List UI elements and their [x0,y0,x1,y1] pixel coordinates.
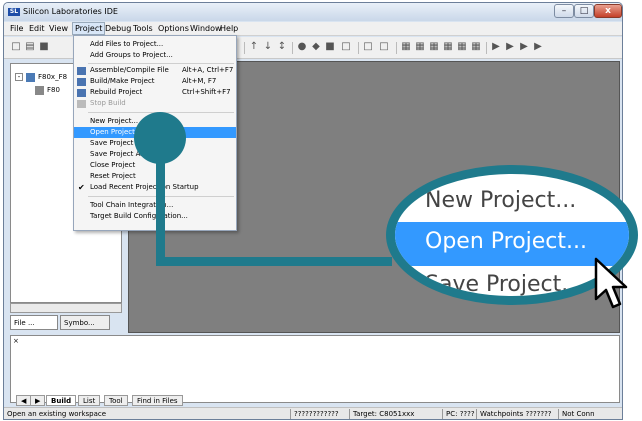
menu-load-recent[interactable]: ✔ Load Recent Project on Startup [74,182,236,193]
zoom-above-text: New Project... [425,188,577,213]
toolbar-icon-k[interactable]: ▦ [414,41,426,53]
rebuild-icon [77,89,86,97]
status-connection: Not Conn [558,409,595,419]
maximize-button[interactable]: □ [574,4,594,18]
status-bar: Open an existing workspace ???????????? … [4,407,622,419]
tab-find-in-files[interactable]: Find in Files [132,395,183,406]
toolbar-icon-d[interactable]: ● [296,41,308,53]
menu-tools[interactable]: Tools [133,24,153,33]
tab-list[interactable]: List [78,395,101,406]
status-pc: PC: ???? [442,409,475,419]
toolbar-icon-h[interactable]: □ [362,41,374,53]
toolbar-icon-m[interactable]: ▦ [442,41,454,53]
scroll-right-icon[interactable]: ▶ [30,395,46,406]
tree-root[interactable]: F80x_F8 [38,73,67,81]
toolbar-icon-n[interactable]: ▦ [456,41,468,53]
menu-help[interactable]: Help [220,24,238,33]
menu-stop-build: Stop Build [74,98,236,109]
toolbar-icon-o[interactable]: ▦ [470,41,482,53]
new-file-icon[interactable]: □ [10,41,22,53]
magnify-marker [134,112,186,164]
left-panel-tabs: File ... Symbo... [10,315,122,331]
tab-symbols[interactable]: Symbo... [60,315,110,330]
app-icon: SL [8,8,20,16]
window-title: Silicon Laboratories IDE [23,7,118,16]
tree-horizontal-scrollbar[interactable] [10,303,122,313]
toolbar-icon-c[interactable]: ↕ [276,41,288,53]
toolbar-icon-l[interactable]: ▦ [428,41,440,53]
tab-file[interactable]: File ... [10,315,58,330]
tab-tool[interactable]: Tool [104,395,128,406]
pointer-cursor-icon [594,257,628,309]
output-pane: × [10,335,620,403]
menu-window[interactable]: Window [190,24,222,33]
menu-project[interactable]: Project [72,22,106,35]
connector-vertical [156,160,165,266]
status-message: Open an existing workspace [7,410,107,418]
file-icon [35,86,44,95]
workspace-icon [26,73,35,82]
toolbar-icon-i[interactable]: □ [378,41,390,53]
menu-edit[interactable]: Edit [29,24,45,33]
open-folder-icon[interactable]: ▤ [24,41,36,53]
menu-options[interactable]: Options [158,24,189,33]
tree-child[interactable]: F80 [47,86,60,94]
build-icon [77,78,86,86]
menu-tool-chain[interactable]: Tool Chain Integration... [74,200,236,211]
checkmark-icon: ✔ [78,183,85,192]
close-button[interactable]: x [594,4,622,18]
status-watchpoints: Watchpoints ??????? [476,409,552,419]
toolbar-icon-b[interactable]: ↓ [262,41,274,53]
toolbar-icon-q[interactable]: ▶ [504,41,516,53]
toolbar-icon-j[interactable]: ▦ [400,41,412,53]
toolbar-icon-e[interactable]: ◆ [310,41,322,53]
status-target: Target: C8051xxx [349,409,414,419]
toolbar-icon-s[interactable]: ▶ [532,41,544,53]
toolbar-icon-g[interactable]: □ [340,41,352,53]
minimize-button[interactable]: – [554,4,574,18]
toolbar-icon-a[interactable]: ↑ [248,41,260,53]
menu-debug[interactable]: Debug [105,24,131,33]
tree-expand-icon[interactable]: - [15,73,23,81]
stop-icon [77,100,86,108]
close-output-icon[interactable]: × [13,338,21,346]
menu-build-project[interactable]: Build/Make Project Alt+M, F7 [74,76,236,87]
connector-horizontal [156,257,392,266]
toolbar-icon-f[interactable]: ■ [324,41,336,53]
menu-add-groups[interactable]: Add Groups to Project... [74,50,236,61]
toolbar-icon-r[interactable]: ▶ [518,41,530,53]
menu-view[interactable]: View [49,24,68,33]
menu-file[interactable]: File [10,24,23,33]
menu-compile-file[interactable]: Assemble/Compile File Alt+A, Ctrl+F7 [74,65,236,76]
menu-bar: File Edit View Project Debug Tools Optio… [4,22,622,36]
title-bar: SL Silicon Laboratories IDE – □ x [4,3,622,21]
menu-rebuild-project[interactable]: Rebuild Project Ctrl+Shift+F7 [74,87,236,98]
zoom-below-text: Save Project... [425,272,583,297]
tab-build[interactable]: Build [46,395,77,406]
menu-target-build[interactable]: Target Build Configuration... [74,211,236,222]
menu-reset-project[interactable]: Reset Project [74,171,236,182]
compile-icon [77,67,86,75]
zoom-focus-text: Open Project... [425,229,588,254]
toolbar-icon-p[interactable]: ▶ [490,41,502,53]
menu-add-files[interactable]: Add Files to Project... [74,39,236,50]
status-code: ???????????? [290,409,339,419]
save-icon[interactable]: ■ [38,41,50,53]
